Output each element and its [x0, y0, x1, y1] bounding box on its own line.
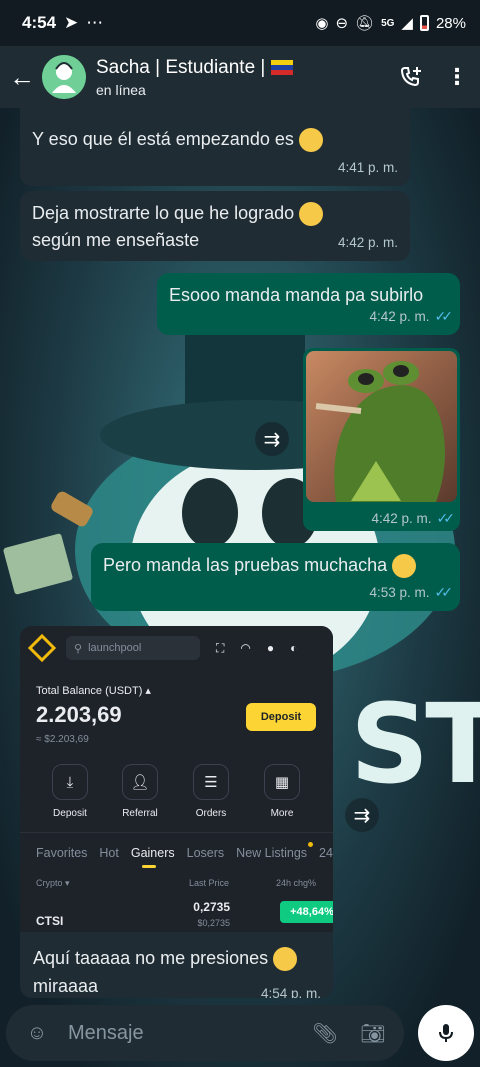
market-tabs: Favorites Hot Gainers Losers New Listing… [36, 846, 333, 868]
chat-header: ← Sacha | Estudiante | en línea ⋮ [0, 46, 480, 108]
search-placeholder: launchpool [88, 642, 142, 654]
flushed-emoji-icon [392, 554, 417, 579]
quick-action-orders: ☰ Orders [181, 764, 241, 819]
wallpaper-banknote [2, 533, 74, 595]
coin-symbol: CTSI [36, 914, 64, 928]
message-outgoing[interactable]: Esooo manda manda pa subirlo 4:42 p. m. ✓… [157, 273, 460, 335]
sticker-icon[interactable]: ☺ [20, 1016, 54, 1050]
laughing-emoji-icon [298, 128, 323, 153]
total-balance-usd: ≈ $2.203,69 [36, 734, 89, 745]
screenshot-deposit-button: Deposit [246, 703, 316, 731]
venezuela-flag-icon [270, 59, 293, 75]
mute-icon: 🔕︎ [355, 15, 375, 32]
presence-status: en línea [96, 81, 146, 98]
tab-new-listings: New Listings [236, 846, 308, 860]
quick-action-more: ▦ More [252, 764, 312, 819]
add-user-icon: 👤︎ [122, 764, 158, 800]
contact-name[interactable]: Sacha | Estudiante | [96, 57, 388, 79]
quick-action-deposit: ⤓ Deposit [40, 764, 100, 819]
list-icon: ☰ [193, 764, 229, 800]
hotspot-icon: ◉ [315, 15, 329, 32]
telegram-icon: ➤ [64, 13, 79, 32]
tab-24h: 24 [319, 846, 333, 860]
tab-hot: Hot [99, 846, 119, 860]
status-time: 4:54 [22, 13, 57, 32]
network-label: 5G [381, 17, 395, 29]
tab-losers: Losers [186, 846, 225, 860]
battery-icon [419, 15, 429, 31]
total-balance-label: Total Balance (USDT) ▴ [36, 685, 151, 697]
user-icon: ◐ [290, 640, 298, 655]
coin-price: 0,2735 [193, 900, 230, 914]
message-incoming[interactable]: Y eso que él está empezando es 4:41 p. m… [20, 108, 410, 186]
message-time: 4:54 p. m. [260, 986, 321, 998]
message-text: Esooo manda manda pa subirlo [169, 285, 424, 305]
forward-icon[interactable]: ⇉ [255, 422, 289, 456]
attach-icon[interactable]: 📎︎ [308, 1016, 342, 1050]
wallpaper-logo-text: ST [350, 680, 480, 808]
add-call-icon[interactable] [388, 54, 434, 100]
more-notifications-icon: ⋯ [86, 13, 104, 32]
dnd-icon: ⊖ [335, 15, 349, 32]
weary-emoji-icon [273, 947, 298, 972]
message-time: 4:41 p. m. [337, 160, 398, 175]
quick-action-referral: 👤︎ Referral [110, 764, 170, 819]
search-icon: ⚲ [74, 642, 83, 655]
back-arrow-icon[interactable]: ← [2, 62, 42, 93]
wallpaper-eye-left [182, 478, 238, 548]
message-text: Y eso que él está empezando es [32, 129, 294, 149]
col-24h-change: 24h chg% [276, 878, 317, 888]
message-input[interactable]: Mensaje [68, 1022, 308, 1045]
image-message-incoming[interactable]: ⚲ launchpool ⛶ ◠ ● ◐ Total Balance (USDT)… [20, 626, 333, 998]
avatar[interactable] [42, 55, 86, 99]
signal-icon: ◢ [401, 15, 413, 32]
kermit-sticker-image[interactable] [306, 351, 457, 502]
image-message[interactable]: 4:42 p. m. ✓✓ [303, 348, 460, 531]
message-time: 4:42 p. m. [371, 511, 432, 526]
heart-eyes-emoji-icon [299, 202, 324, 227]
support-icon: ◠ [240, 640, 251, 655]
status-bar: 4:54 ➤ ⋯ ◉ ⊖ 🔕︎ 5G ◢ 28% [0, 0, 480, 46]
coin-price-usd: $0,2735 [197, 918, 230, 928]
bell-icon: ● [266, 640, 275, 655]
message-outgoing[interactable]: Pero manda las pruebas muchacha 4:53 p. … [91, 543, 460, 611]
tab-favorites: Favorites [36, 846, 88, 860]
voice-message-button[interactable] [418, 1005, 474, 1061]
forward-icon[interactable]: ⇉ [345, 798, 379, 832]
message-text: Pero manda las pruebas muchacha [103, 555, 388, 575]
camera-icon[interactable]: 📷︎ [356, 1016, 390, 1050]
scan-icon: ⛶ [216, 640, 225, 655]
screenshot-search-box: ⚲ launchpool [66, 636, 200, 660]
avatar-illustration-icon [42, 55, 86, 99]
exchange-screenshot-image[interactable]: ⚲ launchpool ⛶ ◠ ● ◐ Total Balance (USDT)… [20, 626, 333, 932]
read-ticks-icon: ✓✓ [434, 584, 454, 600]
message-text-line1: Deja mostrarte lo que he logrado [32, 203, 295, 223]
read-ticks-icon: ✓✓ [434, 308, 454, 324]
total-balance-value: 2.203,69 [36, 702, 122, 727]
kermit-illustration-icon [315, 361, 445, 502]
download-icon: ⤓ [52, 764, 88, 800]
message-incoming[interactable]: Deja mostrarte lo que he logrado según m… [20, 191, 410, 261]
battery-percent: 28% [435, 14, 466, 32]
message-time: 4:42 p. m. [337, 235, 398, 250]
message-time: 4:53 p. m. [369, 585, 430, 600]
grid-icon: ▦ [264, 764, 300, 800]
read-ticks-icon: ✓✓ [436, 510, 456, 526]
col-crypto: Crypto ▾ [36, 878, 70, 888]
more-options-icon[interactable]: ⋮ [434, 54, 480, 100]
message-input-bar: ☺ Mensaje 📎︎ 📷︎ [6, 1005, 404, 1061]
notification-dot [308, 842, 313, 847]
divider [20, 832, 333, 833]
binance-logo-icon [27, 633, 57, 663]
coin-change-badge: +48,64% [280, 901, 333, 923]
microphone-icon [439, 1024, 453, 1042]
message-time: 4:42 p. m. [369, 309, 430, 324]
col-last-price: Last Price [189, 878, 230, 888]
tab-gainers: Gainers [130, 846, 175, 868]
